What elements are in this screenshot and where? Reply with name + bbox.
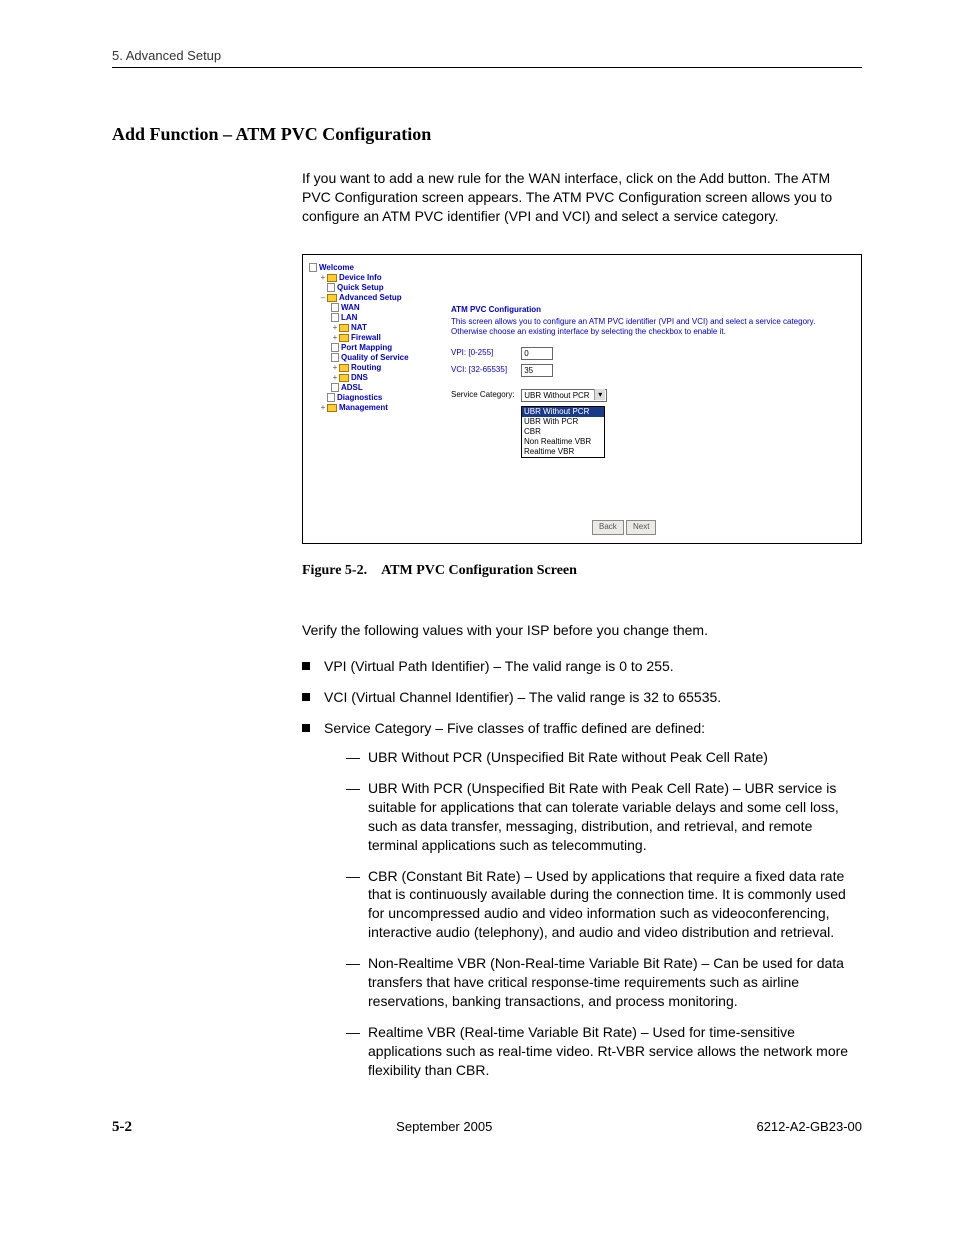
dash-realtime-vbr: Realtime VBR (Real-time Variable Bit Rat… <box>346 1023 862 1080</box>
panel-help-text: This screen allows you to configure an A… <box>451 317 841 336</box>
bullet-vpi: VPI (Virtual Path Identifier) – The vali… <box>302 657 862 676</box>
sidebar-tree: Welcome +Device Info Quick Setup –Advanc… <box>309 263 429 413</box>
screenshot-figure: Welcome +Device Info Quick Setup –Advanc… <box>302 254 862 544</box>
tree-routing[interactable]: +Routing <box>309 363 429 373</box>
footer-docnum: 6212-A2-GB23-00 <box>756 1119 862 1136</box>
tree-port-mapping[interactable]: Port Mapping <box>309 343 429 353</box>
verify-text: Verify the following values with your IS… <box>302 621 862 640</box>
tree-welcome[interactable]: Welcome <box>309 263 429 273</box>
folder-icon <box>339 374 349 382</box>
tree-advanced-setup[interactable]: –Advanced Setup <box>309 293 429 303</box>
wizard-buttons: Back Next <box>592 520 656 535</box>
dropdown-option[interactable]: Non Realtime VBR <box>522 437 604 447</box>
config-panel: ATM PVC Configuration This screen allows… <box>451 305 841 458</box>
folder-icon <box>327 294 337 302</box>
tree-diagnostics[interactable]: Diagnostics <box>309 393 429 403</box>
bullet-vci: VCI (Virtual Channel Identifier) – The v… <box>302 688 862 707</box>
page-icon <box>327 283 335 292</box>
vci-label: VCI: [32-65535] <box>451 365 519 376</box>
expand-icon[interactable]: + <box>331 323 339 333</box>
tree-nat[interactable]: +NAT <box>309 323 429 333</box>
dropdown-option[interactable]: CBR <box>522 427 604 437</box>
tree-wan[interactable]: WAN <box>309 303 429 313</box>
folder-icon <box>327 404 337 412</box>
vpi-label: VPI: [0-255] <box>451 348 519 359</box>
page-icon <box>331 303 339 312</box>
back-button[interactable]: Back <box>592 520 624 535</box>
page-icon <box>331 353 339 362</box>
expand-icon[interactable]: + <box>319 273 327 283</box>
page-icon <box>331 343 339 352</box>
tree-quick-setup[interactable]: Quick Setup <box>309 283 429 293</box>
footer-date: September 2005 <box>396 1119 492 1136</box>
next-button[interactable]: Next <box>626 520 656 535</box>
expand-icon[interactable]: + <box>331 373 339 383</box>
chapter-header: 5. Advanced Setup <box>112 48 862 68</box>
collapse-icon[interactable]: – <box>319 293 327 303</box>
folder-icon <box>327 274 337 282</box>
page-footer: 5-2 September 2005 6212-A2-GB23-00 <box>112 1119 862 1136</box>
vci-input[interactable]: 35 <box>521 364 553 377</box>
dash-ubr-with-pcr: UBR With PCR (Unspecified Bit Rate with … <box>346 779 862 855</box>
expand-icon[interactable]: + <box>331 363 339 373</box>
tree-qos[interactable]: Quality of Service <box>309 353 429 363</box>
dash-non-realtime-vbr: Non-Realtime VBR (Non-Real-time Variable… <box>346 954 862 1011</box>
page-icon <box>331 313 339 322</box>
bullet-list: VPI (Virtual Path Identifier) – The vali… <box>302 657 862 1079</box>
page-icon <box>327 393 335 402</box>
dash-ubr-without-pcr: UBR Without PCR (Unspecified Bit Rate wi… <box>346 748 862 767</box>
expand-icon[interactable]: + <box>319 403 327 413</box>
bullet-service-category: Service Category – Five classes of traff… <box>302 719 862 1079</box>
folder-icon <box>339 324 349 332</box>
page-number: 5-2 <box>112 1119 132 1136</box>
section-title: Add Function – ATM PVC Configuration <box>112 124 862 145</box>
tree-firewall[interactable]: +Firewall <box>309 333 429 343</box>
folder-icon <box>339 364 349 372</box>
dropdown-option[interactable]: UBR With PCR <box>522 417 604 427</box>
figure-caption: Figure 5-2. ATM PVC Configuration Screen <box>302 562 862 581</box>
page-icon <box>331 383 339 392</box>
intro-paragraph: If you want to add a new rule for the WA… <box>302 169 862 226</box>
tree-lan[interactable]: LAN <box>309 313 429 323</box>
tree-device-info[interactable]: +Device Info <box>309 273 429 283</box>
dropdown-option[interactable]: UBR Without PCR <box>522 407 604 417</box>
globe-icon <box>309 263 317 272</box>
folder-icon <box>339 334 349 342</box>
panel-title: ATM PVC Configuration <box>451 305 841 316</box>
dash-cbr: CBR (Constant Bit Rate) – Used by applic… <box>346 867 862 943</box>
tree-dns[interactable]: +DNS <box>309 373 429 383</box>
dropdown-option[interactable]: Realtime VBR <box>522 447 604 457</box>
tree-adsl[interactable]: ADSL <box>309 383 429 393</box>
tree-management[interactable]: +Management <box>309 403 429 413</box>
expand-icon[interactable]: + <box>331 333 339 343</box>
service-category-label: Service Category: <box>451 390 519 401</box>
dash-list: UBR Without PCR (Unspecified Bit Rate wi… <box>324 748 862 1079</box>
service-category-dropdown[interactable]: UBR Without PCR UBR With PCR CBR Non Rea… <box>521 406 605 458</box>
vpi-input[interactable]: 0 <box>521 347 553 360</box>
service-category-select[interactable]: UBR Without PCR <box>521 389 607 402</box>
